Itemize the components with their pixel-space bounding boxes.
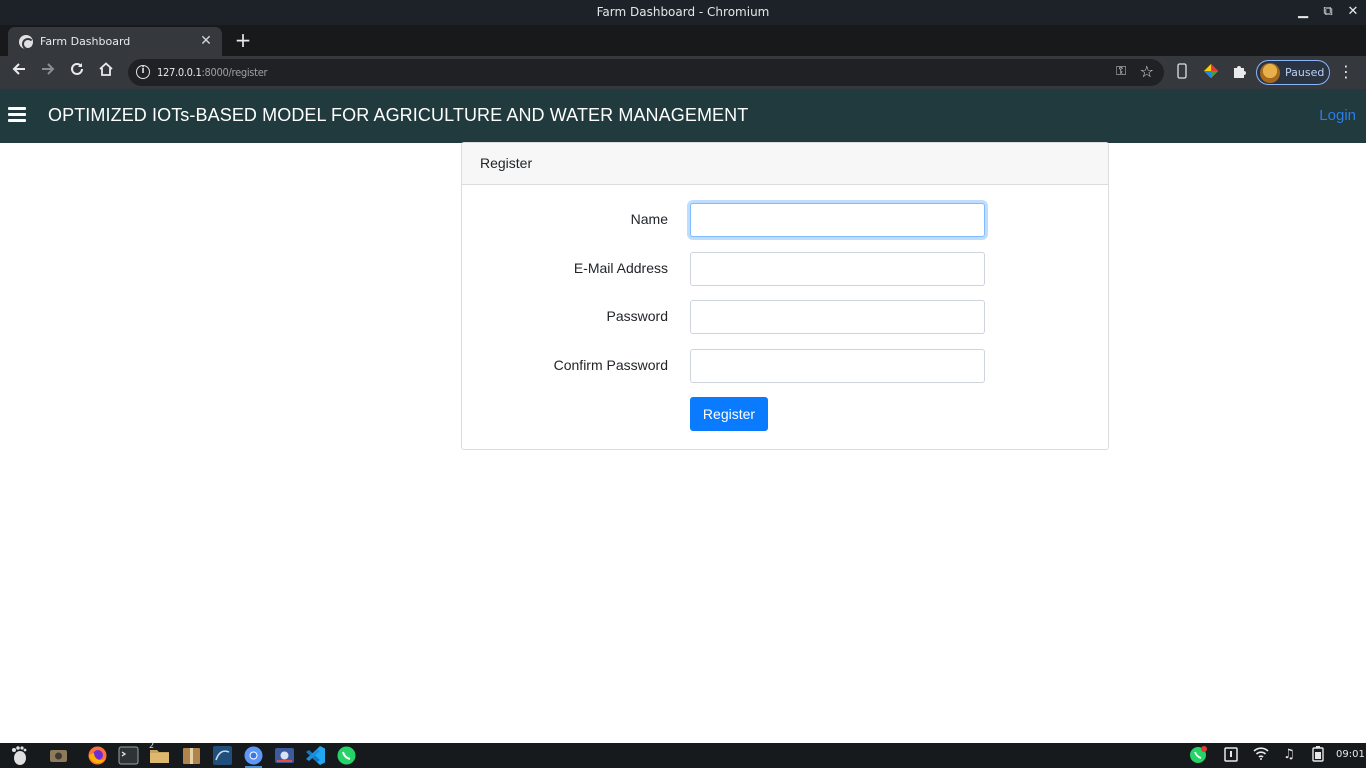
color-extension-icon[interactable] [1202,63,1220,81]
email-label: E-Mail Address [573,260,668,276]
hamburger-menu-icon[interactable] [8,107,26,123]
reload-icon[interactable] [65,61,89,83]
address-bar[interactable]: i 127.0.0.1:8000/register ⚿ ☆ [128,59,1164,86]
key-icon[interactable]: ⚿ [1116,64,1126,79]
clock: 09:01 [1336,749,1365,760]
avatar [1260,63,1280,83]
email-input[interactable] [690,252,985,286]
browser-tab[interactable]: Farm Dashboard ✕ [8,27,222,56]
files-icon[interactable]: 2 [149,741,170,766]
chromium-icon[interactable] [243,745,264,768]
name-input[interactable] [690,203,985,237]
taskbar: 2 ♫ 09:01 [0,741,1366,768]
browser-toolbar: i 127.0.0.1:8000/register ⚿ ☆ Paused ⋮ [0,56,1366,89]
card-header-title: Register [480,155,533,171]
device-icon[interactable] [1173,63,1191,81]
menu-dots-icon[interactable]: ⋮ [1338,61,1354,83]
archive-manager-icon[interactable] [181,745,202,766]
new-tab-button[interactable]: + [232,29,254,51]
mysql-workbench-icon[interactable] [212,745,233,766]
gnome-foot-icon[interactable] [8,745,29,766]
maximize-button[interactable]: ⧉ [1318,3,1338,21]
profile-button[interactable]: Paused [1256,60,1330,85]
forward-arrow-icon[interactable] [36,61,60,83]
clipboard-icon[interactable] [1222,746,1240,764]
confirm-password-input[interactable] [690,349,985,383]
password-input[interactable] [690,300,985,334]
site-info-icon[interactable]: i [136,65,150,79]
site-navbar: OPTIMIZED IOTs-BASED MODEL FOR AGRICULTU… [0,89,1366,143]
globe-favicon-icon [19,35,34,50]
window-title: Farm Dashboard - Chromium [596,5,770,19]
camera-app-icon[interactable] [48,745,69,766]
profile-status-label: Paused [1285,66,1325,79]
files-badge: 2 [149,741,155,750]
home-icon[interactable] [94,61,118,83]
terminal-icon[interactable] [118,745,139,766]
music-icon[interactable]: ♫ [1280,746,1298,764]
vscode-icon[interactable] [305,745,326,766]
url-text[interactable]: 127.0.0.1:8000/register [157,66,268,79]
firefox-icon[interactable] [87,745,108,766]
puzzle-extension-icon[interactable] [1230,63,1248,81]
register-button[interactable]: Register [690,397,768,431]
minimize-button[interactable]: ▁ [1293,3,1313,21]
star-icon[interactable]: ☆ [1140,62,1154,81]
register-card: Register Name E-Mail Address Password Co… [461,142,1109,450]
back-arrow-icon[interactable] [7,61,31,83]
wifi-icon[interactable] [1252,746,1270,764]
screenshot-tool-icon[interactable] [274,745,295,766]
site-brand-title[interactable]: OPTIMIZED IOTs-BASED MODEL FOR AGRICULTU… [48,105,748,126]
battery-icon[interactable] [1309,746,1327,764]
close-window-button[interactable]: ✕ [1343,3,1363,21]
tab-title: Farm Dashboard [40,35,131,48]
confirm-password-label: Confirm Password [553,357,668,373]
password-label: Password [606,308,668,324]
whatsapp-icon[interactable] [336,745,357,766]
login-link[interactable]: Login [1319,107,1356,124]
tab-close-icon[interactable]: ✕ [198,32,214,50]
whatsapp-tray-icon[interactable] [1189,746,1207,764]
tab-strip: Farm Dashboard ✕ + [0,25,1366,56]
card-header: Register [462,143,1108,185]
window-titlebar: Farm Dashboard - Chromium ▁ ⧉ ✕ [0,0,1366,25]
name-label: Name [630,211,668,227]
